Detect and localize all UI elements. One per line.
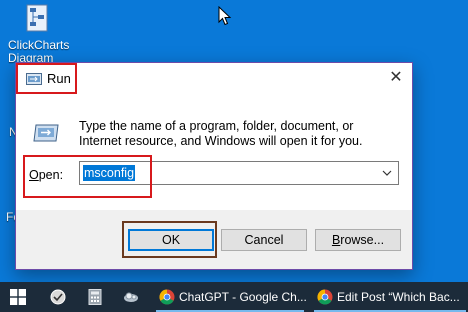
app-icon xyxy=(50,289,66,305)
cancel-button[interactable]: Cancel xyxy=(221,229,307,251)
browse-label: rowse... xyxy=(340,233,385,247)
taskbar-calculator[interactable] xyxy=(82,282,112,312)
chrome-icon xyxy=(159,289,175,305)
chevron-down-icon[interactable] xyxy=(382,168,392,178)
desktop: ClickCharts Diagram N Fo Run ✕ Type the … xyxy=(0,0,468,312)
windows-logo-icon xyxy=(10,289,26,305)
taskbar-app-3[interactable] xyxy=(120,282,150,312)
settings-app-icon xyxy=(124,292,138,302)
dialog-description: Type the name of a program, folder, docu… xyxy=(79,119,363,148)
taskbar-app-1[interactable] xyxy=(44,282,74,312)
ok-button[interactable]: OK xyxy=(128,229,214,251)
calculator-icon xyxy=(88,289,102,305)
highlight-box-title xyxy=(16,63,77,94)
taskbar-chrome-chatgpt[interactable]: ChatGPT - Google Ch... xyxy=(154,282,307,312)
run-program-icon xyxy=(33,124,59,142)
dialog-button-bar: OK Cancel Browse... xyxy=(16,210,412,269)
close-icon: ✕ xyxy=(389,69,403,86)
dialog-titlebar[interactable]: Run ✕ xyxy=(16,63,412,95)
mouse-cursor-icon xyxy=(218,6,232,26)
highlight-box-open xyxy=(23,155,152,198)
dialog-body: Type the name of a program, folder, docu… xyxy=(16,95,412,210)
run-dialog: Run ✕ Type the name of a program, folder… xyxy=(15,62,413,270)
desktop-shortcut-clickcharts[interactable]: ClickCharts Diagram xyxy=(8,4,78,65)
taskbar-item-label: ChatGPT - Google Ch... xyxy=(179,290,307,304)
close-button[interactable]: ✕ xyxy=(380,63,412,93)
taskbar: ChatGPT - Google Ch... Edit Post “Which … xyxy=(0,282,468,312)
start-button[interactable] xyxy=(0,282,34,312)
taskbar-item-label: Edit Post “Which Bac... xyxy=(337,290,460,304)
chrome-icon xyxy=(317,289,333,305)
diagram-file-icon xyxy=(26,4,48,32)
browse-button[interactable]: Browse... xyxy=(315,229,401,251)
taskbar-chrome-edit-post[interactable]: Edit Post “Which Bac... xyxy=(312,282,468,312)
